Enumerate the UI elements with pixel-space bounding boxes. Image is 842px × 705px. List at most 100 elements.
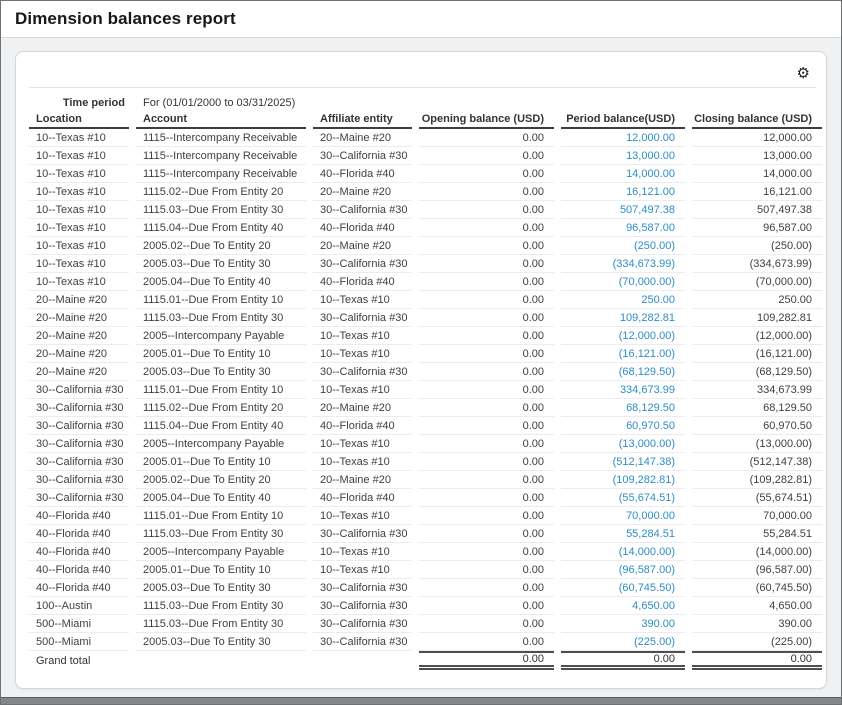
period-balance-link[interactable]: 390.00 — [561, 615, 685, 633]
opening-balance-cell: 0.00 — [419, 453, 554, 471]
table-row: 500--Miami2005.03--Due To Entity 3030--C… — [29, 633, 822, 651]
affiliate-cell: 10--Texas #10 — [313, 453, 412, 471]
account-cell: 2005.01--Due To Entity 10 — [136, 561, 306, 579]
report-column-headers: Location Account Affiliate entity Openin… — [29, 111, 822, 129]
closing-balance-cell: (13,000.00) — [692, 435, 822, 453]
table-row: 100--Austin1115.03--Due From Entity 3030… — [29, 597, 822, 615]
opening-balance-cell: 0.00 — [419, 309, 554, 327]
gear-icon[interactable]: ⚙ — [797, 66, 810, 81]
column-header-affiliate: Affiliate entity — [313, 111, 412, 129]
affiliate-cell: 40--Florida #40 — [313, 165, 412, 183]
period-balance-link[interactable]: (14,000.00) — [561, 543, 685, 561]
period-balance-link[interactable]: (16,121.00) — [561, 345, 685, 363]
table-row: 10--Texas #101115--Intercompany Receivab… — [29, 165, 822, 183]
account-cell: 2005--Intercompany Payable — [136, 435, 306, 453]
period-balance-link[interactable]: 55,284.51 — [561, 525, 685, 543]
period-balance-link[interactable]: 507,497.38 — [561, 201, 685, 219]
account-cell: 1115.01--Due From Entity 10 — [136, 291, 306, 309]
period-balance-link[interactable]: (68,129.50) — [561, 363, 685, 381]
opening-balance-cell: 0.00 — [419, 471, 554, 489]
table-row: 40--Florida #401115.01--Due From Entity … — [29, 507, 822, 525]
table-row: 40--Florida #402005.01--Due To Entity 10… — [29, 561, 822, 579]
period-balance-link[interactable]: (70,000.00) — [561, 273, 685, 291]
opening-balance-cell: 0.00 — [419, 345, 554, 363]
page-title: Dimension balances report — [15, 9, 236, 29]
affiliate-cell: 30--California #30 — [313, 615, 412, 633]
closing-balance-cell: (14,000.00) — [692, 543, 822, 561]
period-balance-link[interactable]: (109,282.81) — [561, 471, 685, 489]
opening-balance-cell: 0.00 — [419, 237, 554, 255]
account-cell: 1115.02--Due From Entity 20 — [136, 183, 306, 201]
table-row: 10--Texas #101115--Intercompany Receivab… — [29, 129, 822, 147]
page-header: Dimension balances report — [1, 1, 841, 38]
period-balance-link[interactable]: (334,673.99) — [561, 255, 685, 273]
account-cell: 1115.02--Due From Entity 20 — [136, 399, 306, 417]
opening-balance-cell: 0.00 — [419, 291, 554, 309]
location-cell: 20--Maine #20 — [29, 309, 129, 327]
period-balance-link[interactable]: 13,000.00 — [561, 147, 685, 165]
affiliate-cell: 20--Maine #20 — [313, 129, 412, 147]
table-row: 30--California #301115.02--Due From Enti… — [29, 399, 822, 417]
table-row: 10--Texas #101115.03--Due From Entity 30… — [29, 201, 822, 219]
column-header-closing-balance: Closing balance (USD) — [692, 111, 822, 129]
opening-balance-cell: 0.00 — [419, 273, 554, 291]
location-cell: 30--California #30 — [29, 417, 129, 435]
period-balance-link[interactable]: (225.00) — [561, 633, 685, 651]
period-balance-link[interactable]: (96,587.00) — [561, 561, 685, 579]
affiliate-cell: 40--Florida #40 — [313, 489, 412, 507]
account-cell: 2005--Intercompany Payable — [136, 327, 306, 345]
account-cell: 1115.01--Due From Entity 10 — [136, 507, 306, 525]
affiliate-cell: 30--California #30 — [313, 201, 412, 219]
closing-balance-cell: (109,282.81) — [692, 471, 822, 489]
closing-balance-cell: 109,282.81 — [692, 309, 822, 327]
account-cell: 2005.03--Due To Entity 30 — [136, 255, 306, 273]
period-balance-link[interactable]: 16,121.00 — [561, 183, 685, 201]
table-row: 30--California #301115.04--Due From Enti… — [29, 417, 822, 435]
period-balance-link[interactable]: 250.00 — [561, 291, 685, 309]
account-cell: 2005.03--Due To Entity 30 — [136, 579, 306, 597]
period-balance-link[interactable]: 68,129.50 — [561, 399, 685, 417]
opening-balance-cell: 0.00 — [419, 597, 554, 615]
column-header-location: Location — [29, 111, 129, 129]
period-balance-link[interactable]: 60,970.50 — [561, 417, 685, 435]
closing-balance-cell: 4,650.00 — [692, 597, 822, 615]
affiliate-cell: 30--California #30 — [313, 255, 412, 273]
account-cell: 2005.03--Due To Entity 30 — [136, 363, 306, 381]
period-balance-link[interactable]: (250.00) — [561, 237, 685, 255]
location-cell: 500--Miami — [29, 615, 129, 633]
table-row: 10--Texas #102005.02--Due To Entity 2020… — [29, 237, 822, 255]
period-balance-link[interactable]: (512,147.38) — [561, 453, 685, 471]
opening-balance-cell: 0.00 — [419, 543, 554, 561]
opening-balance-cell: 0.00 — [419, 579, 554, 597]
location-cell: 30--California #30 — [29, 435, 129, 453]
report-table-body: 10--Texas #101115--Intercompany Receivab… — [29, 129, 822, 651]
closing-balance-cell: (512,147.38) — [692, 453, 822, 471]
period-balance-link[interactable]: 70,000.00 — [561, 507, 685, 525]
table-row: 10--Texas #102005.03--Due To Entity 3030… — [29, 255, 822, 273]
period-balance-link[interactable]: 109,282.81 — [561, 309, 685, 327]
opening-balance-cell: 0.00 — [419, 327, 554, 345]
period-balance-link[interactable]: (60,745.50) — [561, 579, 685, 597]
table-row: 10--Texas #101115.04--Due From Entity 40… — [29, 219, 822, 237]
location-cell: 40--Florida #40 — [29, 579, 129, 597]
opening-balance-cell: 0.00 — [419, 183, 554, 201]
location-cell: 30--California #30 — [29, 453, 129, 471]
closing-balance-cell: 12,000.00 — [692, 129, 822, 147]
period-balance-link[interactable]: 334,673.99 — [561, 381, 685, 399]
period-balance-link[interactable]: 96,587.00 — [561, 219, 685, 237]
period-balance-link[interactable]: 4,650.00 — [561, 597, 685, 615]
period-balance-link[interactable]: (12,000.00) — [561, 327, 685, 345]
affiliate-cell: 30--California #30 — [313, 633, 412, 651]
period-balance-link[interactable]: (55,674.51) — [561, 489, 685, 507]
table-row: 500--Miami1115.03--Due From Entity 3030-… — [29, 615, 822, 633]
location-cell: 20--Maine #20 — [29, 345, 129, 363]
period-balance-link[interactable]: 14,000.00 — [561, 165, 685, 183]
period-balance-link[interactable]: (13,000.00) — [561, 435, 685, 453]
closing-balance-cell: (70,000.00) — [692, 273, 822, 291]
grand-total-period-balance: 0.00 — [561, 651, 685, 670]
table-row: 40--Florida #402005--Intercompany Payabl… — [29, 543, 822, 561]
closing-balance-cell: 390.00 — [692, 615, 822, 633]
closing-balance-cell: (225.00) — [692, 633, 822, 651]
period-balance-link[interactable]: 12,000.00 — [561, 129, 685, 147]
table-row: 30--California #301115.01--Due From Enti… — [29, 381, 822, 399]
